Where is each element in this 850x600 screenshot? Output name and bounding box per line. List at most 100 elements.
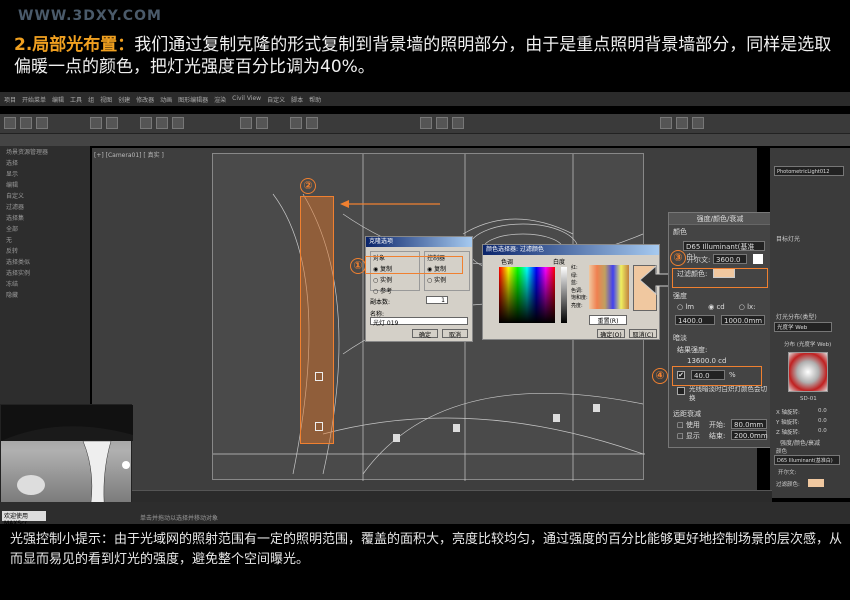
color-selector-dialog: 颜色选择器: 过滤颜色 色调 白度 红: 绿: 蓝: 色调: 饱和度: 亮度: … [482,244,660,340]
use-checkbox[interactable]: □ 使用 [677,420,700,430]
unit-lm[interactable]: ○ lm [677,303,694,311]
light-icon[interactable] [315,422,323,431]
halogen-checkbox[interactable] [677,387,685,395]
clone-dialog-title[interactable]: 克隆选项 [366,237,472,247]
x-rotation-value[interactable]: 0.0 [818,408,827,414]
menu-item[interactable]: 图形编辑器 [178,95,208,104]
light-dist-label: 灯光分布(类型) [776,314,817,321]
redo-icon[interactable] [20,117,32,129]
menu-item[interactable]: 脚本 [291,95,303,104]
scale-icon[interactable] [172,117,184,129]
kelvin-input[interactable]: 3600.0 [713,254,747,264]
menu-item[interactable]: 渲染 [214,95,226,104]
tip-text: 光强控制小提示：由于光域网的照射范围有一定的照明范围，覆盖的面积大，亮度比较均匀… [10,532,843,567]
explorer-item[interactable]: 编辑 [0,179,90,190]
kelvin-swatch[interactable] [753,254,763,264]
light-icon[interactable] [315,372,323,381]
marker-4-highlight [672,366,762,386]
end-input[interactable]: 200.0mm [731,430,768,440]
marker-4: ④ [652,368,668,384]
clone-ok-button[interactable]: 确定 [412,329,438,339]
settings-icon[interactable] [692,117,704,129]
web-file-label[interactable]: SD-01 [800,396,817,402]
rotate-icon[interactable] [156,117,168,129]
preset2-select[interactable]: D65 Illuminant(基准白) [774,455,840,465]
render-setup-icon[interactable] [436,117,448,129]
explorer-item[interactable]: 全部 [0,223,90,234]
y-rotation-value[interactable]: 0.0 [818,418,827,424]
timeline[interactable] [92,490,772,502]
explorer-item[interactable]: 反转 [0,245,90,256]
material-editor-icon[interactable] [420,117,432,129]
distance-input[interactable]: 1000.0mm [721,315,765,325]
menu-item[interactable]: 创建 [118,95,130,104]
undo-icon[interactable] [4,117,16,129]
angle-snap-icon[interactable] [256,117,268,129]
whiteness-slider[interactable] [561,267,567,323]
align-icon[interactable] [306,117,318,129]
menu-item[interactable]: 动画 [160,95,172,104]
explorer-item[interactable]: 自定义 [0,190,90,201]
create-icon[interactable] [660,117,672,129]
render-icon[interactable] [452,117,464,129]
menu-item[interactable]: 视图 [100,95,112,104]
explorer-item[interactable]: 场景资源管理器 [0,146,90,157]
explorer-item[interactable]: 选择集 [0,212,90,223]
object-name-input[interactable]: PhotometricLight012 [774,166,844,176]
menu-item[interactable]: 编辑 [52,95,64,104]
copies-input[interactable]: 1 [426,296,448,304]
select-icon[interactable] [90,117,102,129]
explorer-item[interactable]: 无 [0,234,90,245]
menu-item[interactable]: 项目 [4,95,16,104]
reset-button[interactable]: 重置(R) [589,315,627,325]
color-dialog-title[interactable]: 颜色选择器: 过滤颜色 [483,245,659,255]
maxscript-listener[interactable]: 欢迎使用 MAXScr [2,511,46,527]
name-input[interactable]: 光灯 019 [370,317,468,327]
channel-sliders[interactable] [589,265,629,309]
unit-lx[interactable]: ○ lx: [739,303,756,311]
plus-icon[interactable] [676,117,688,129]
rollout-title[interactable]: 强度/颜色/衰减 [669,213,771,225]
explorer-item[interactable]: 隐藏 [0,289,90,300]
select-region-icon[interactable] [106,117,118,129]
explorer-item[interactable]: 显示 [0,168,90,179]
y-rotation-label: Y 轴旋转: [776,420,800,426]
explorer-item[interactable]: 选择实例 [0,267,90,278]
light-dist-select[interactable]: 光度学 Web [774,322,832,332]
show-checkbox[interactable]: □ 显示 [677,431,700,441]
rollout2-title[interactable]: 强度/颜色/衰减 [780,438,820,447]
menu-item[interactable]: 帮助 [309,95,321,104]
menu-item[interactable]: 工具 [70,95,82,104]
option-reference[interactable]: ○ 参考 [371,285,419,296]
marker-2: ② [300,178,316,194]
menu-item[interactable]: 自定义 [267,95,285,104]
ctrl-option-instance[interactable]: ○ 实例 [425,274,469,285]
move-icon[interactable] [140,117,152,129]
filter2-swatch[interactable] [808,479,824,487]
menu-item[interactable]: 修改器 [136,95,154,104]
menu-item[interactable]: 组 [88,95,94,104]
explorer-item[interactable]: 冻结 [0,278,90,289]
color-cancel-button[interactable]: 取消(C) [629,329,657,339]
menu-item[interactable]: 开始菜单 [22,95,46,104]
mirror-icon[interactable] [290,117,302,129]
dist-web-label: 分布 (光度学 Web) [784,342,832,348]
snap-icon[interactable] [240,117,252,129]
explorer-item[interactable]: 选择 [0,157,90,168]
color-preset-select[interactable]: D65 Illuminant(基准白) [683,241,765,261]
intensity-input[interactable]: 1400.0 [675,315,715,325]
viewport-label[interactable]: [+] [Camera01] [ 真实 ] [94,150,164,159]
link-icon[interactable] [36,117,48,129]
option-instance[interactable]: ○ 实例 [371,274,419,285]
explorer-item[interactable]: 选择类似 [0,256,90,267]
hue-picker[interactable] [499,267,555,323]
start-input[interactable]: 80.0mm [731,419,767,429]
menu-item[interactable]: Civil View [232,95,261,103]
heading: 2.局部光布置：我们通过复制克隆的形式复制到背景墙的照明部分，由于是重点照明背景… [14,34,844,78]
explorer-item[interactable]: 过滤器 [0,201,90,212]
clone-cancel-button[interactable]: 取消 [442,329,468,339]
z-rotation-value[interactable]: 0.0 [818,428,827,434]
color-ok-button[interactable]: 确定(O) [597,329,625,339]
status-hint: 单击并拖动以选择并移动对象 [140,515,219,522]
unit-cd[interactable]: ◉ cd [708,303,725,311]
